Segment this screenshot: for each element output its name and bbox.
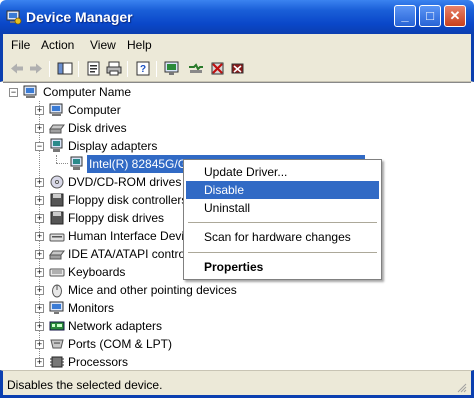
close-icon: ✕ — [449, 8, 461, 23]
computer-icon — [23, 85, 37, 98]
forward-icon[interactable] — [27, 60, 45, 77]
expand-icon[interactable]: + — [35, 250, 44, 259]
tree-connector — [56, 155, 57, 163]
expand-icon[interactable]: + — [35, 304, 44, 313]
minimize-button[interactable]: _ — [394, 5, 416, 27]
menu-help[interactable]: Help — [127, 38, 152, 52]
help-icon[interactable]: ? — [134, 60, 152, 77]
tree-connector — [56, 163, 68, 164]
expand-icon[interactable]: + — [35, 232, 44, 241]
title-bar[interactable]: Device Manager _ □ ✕ — [0, 0, 474, 34]
expand-icon[interactable]: + — [35, 214, 44, 223]
tree-item-label: Floppy disk controllers — [68, 193, 188, 207]
collapse-icon[interactable]: − — [35, 142, 44, 151]
cdrom-icon — [50, 175, 64, 189]
tree-item-label: Computer — [68, 103, 121, 117]
ctx-disable[interactable]: Disable — [186, 181, 379, 199]
disable-icon[interactable] — [229, 60, 247, 77]
back-icon[interactable] — [8, 60, 26, 77]
ctx-properties[interactable]: Properties — [186, 258, 379, 276]
keyboard-icon — [49, 268, 65, 277]
tree-item-label: IDE ATA/ATAPI controllers — [68, 247, 189, 261]
expand-icon[interactable]: + — [35, 178, 44, 187]
network-adapter-icon — [49, 321, 65, 331]
hid-icon — [49, 233, 65, 242]
expand-icon[interactable]: + — [35, 106, 44, 115]
toolbar-separator — [127, 61, 128, 77]
scan-hardware-icon[interactable] — [187, 60, 205, 77]
expand-icon[interactable]: + — [35, 358, 44, 367]
tree-item-label: DVD/CD-ROM drives — [68, 175, 182, 189]
uninstall-icon[interactable] — [209, 60, 227, 77]
collapse-icon[interactable]: − — [9, 88, 18, 97]
properties-icon[interactable] — [85, 60, 103, 77]
menu-view[interactable]: View — [90, 38, 116, 52]
expand-icon[interactable]: + — [35, 124, 44, 133]
expand-icon[interactable]: + — [35, 196, 44, 205]
status-bar: Disables the selected device. — [0, 370, 474, 398]
processor-icon — [50, 356, 64, 368]
tree-item-label: Floppy disk drives — [68, 211, 165, 225]
tree-root-label: Computer Name — [43, 85, 132, 99]
port-icon — [50, 339, 64, 349]
ctx-update-driver[interactable]: Update Driver... — [186, 163, 379, 181]
tree-item-label: Keyboards — [68, 265, 126, 279]
device-manager-icon — [6, 10, 22, 25]
computer-icon — [49, 103, 63, 116]
resize-grip-icon[interactable] — [455, 381, 467, 393]
tree-item-label: Disk drives — [68, 121, 127, 135]
mouse-icon — [52, 284, 62, 298]
status-text: Disables the selected device. — [7, 378, 163, 392]
floppy-drive-icon — [50, 211, 64, 225]
tree-item-label: Processors — [68, 355, 129, 369]
expand-icon[interactable]: + — [35, 286, 44, 295]
minimize-icon: _ — [401, 8, 409, 23]
maximize-icon: □ — [426, 8, 434, 23]
disk-drive-icon — [49, 124, 65, 134]
tree-item-label: Monitors — [68, 301, 115, 315]
menu-bar: File Action View Help — [0, 34, 474, 56]
ide-controller-icon — [49, 250, 65, 260]
toolbar: ? — [0, 56, 474, 82]
tree-item-label: Display adapters — [68, 139, 158, 153]
ctx-scan-hardware[interactable]: Scan for hardware changes — [186, 228, 379, 246]
display-adapter-icon — [50, 138, 63, 152]
expand-icon[interactable]: + — [35, 322, 44, 331]
tree-item-label: Human Interface Devices — [68, 229, 189, 243]
update-driver-icon[interactable] — [163, 60, 181, 77]
maximize-button[interactable]: □ — [419, 5, 441, 27]
tree-item-label: Mice and other pointing devices — [68, 283, 237, 297]
floppy-controller-icon — [50, 193, 64, 207]
toolbar-separator — [78, 61, 79, 77]
display-adapter-icon — [70, 156, 83, 170]
toolbar-separator — [49, 61, 50, 77]
print-icon[interactable] — [105, 60, 123, 77]
svg-text:?: ? — [140, 64, 146, 75]
menu-file[interactable]: File — [11, 38, 30, 52]
window-title: Device Manager — [26, 9, 133, 25]
expand-icon[interactable]: + — [35, 268, 44, 277]
menu-action[interactable]: Action — [41, 38, 74, 52]
monitor-icon — [49, 301, 64, 314]
close-button[interactable]: ✕ — [444, 5, 466, 27]
ctx-separator — [188, 222, 377, 223]
context-menu: Update Driver... Disable Uninstall Scan … — [183, 159, 382, 280]
ctx-separator — [188, 252, 377, 253]
toolbar-separator — [156, 61, 157, 77]
tree-item-label: Network adapters — [68, 319, 163, 333]
show-hide-tree-icon[interactable] — [56, 60, 74, 77]
ctx-uninstall[interactable]: Uninstall — [186, 199, 379, 217]
expand-icon[interactable]: + — [35, 340, 44, 349]
tree-item-label: Ports (COM & LPT) — [68, 337, 173, 351]
